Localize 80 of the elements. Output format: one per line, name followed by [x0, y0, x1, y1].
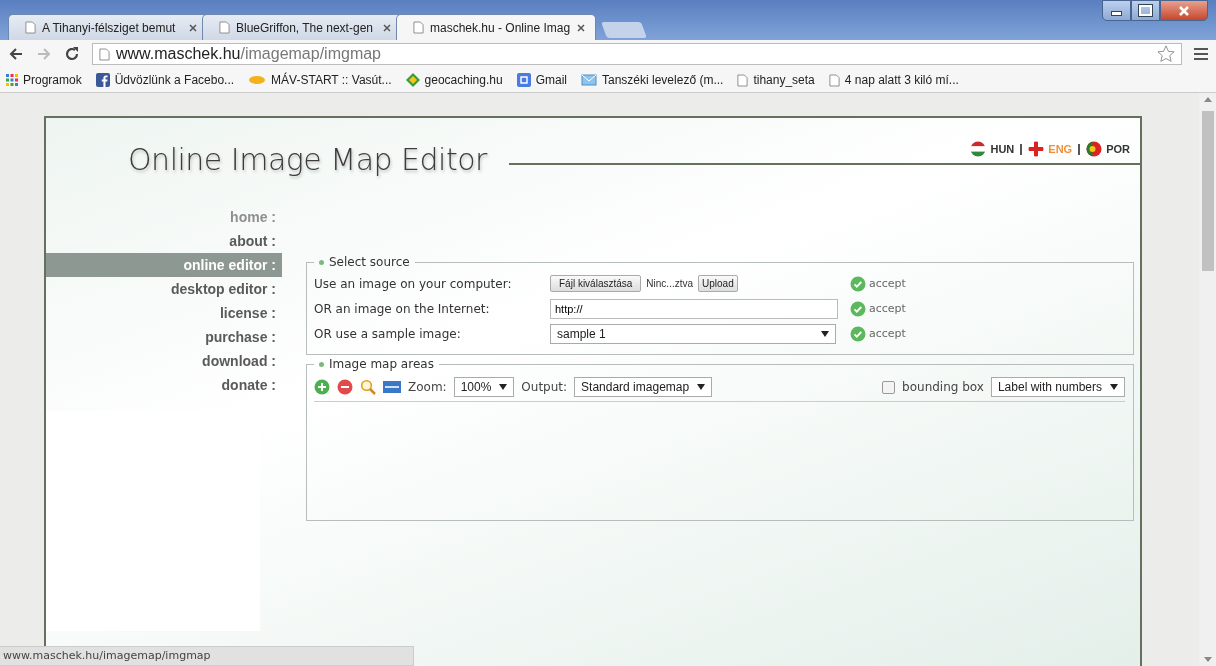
diamond-icon	[405, 73, 420, 87]
oval-icon	[248, 74, 267, 86]
language-link[interactable]: HUN	[970, 141, 1015, 157]
browser-tab[interactable]: maschek.hu - Online Imag	[396, 14, 596, 40]
bookmark-item[interactable]: geocaching.hu	[405, 73, 503, 87]
nav-link[interactable]: donate :	[46, 373, 282, 397]
back-icon[interactable]	[8, 46, 24, 62]
bookmark-item[interactable]: Üdvözlünk a Facebo...	[95, 73, 235, 87]
scrollbar-thumb[interactable]	[1201, 111, 1214, 271]
field-label: OR use a sample image:	[314, 326, 462, 341]
section-legend: Image map areas	[314, 357, 439, 371]
language-link[interactable]: POR	[1086, 141, 1130, 157]
caret-icon	[1110, 384, 1118, 390]
page-title: Online Image Map Editor	[128, 142, 487, 177]
close-icon[interactable]	[577, 23, 585, 32]
mail-icon	[581, 73, 597, 87]
page-icon	[737, 73, 749, 87]
caret-icon	[697, 384, 706, 390]
bookmark-item[interactable]: MÁV-START :: Vasút...	[248, 73, 392, 87]
add-icon[interactable]	[314, 379, 330, 395]
new-tab-button[interactable]	[601, 22, 647, 38]
zoom-select[interactable]: 100%	[453, 377, 515, 397]
checkbox[interactable]	[882, 380, 896, 394]
facebook-icon	[95, 73, 110, 87]
page-icon	[828, 73, 840, 87]
upload-button[interactable]: Upload	[698, 275, 738, 292]
sample-select[interactable]: sample 1	[550, 323, 836, 344]
page-icon	[99, 47, 110, 61]
address-field[interactable]: www.maschek.hu/imagemap/imgmap	[92, 43, 1182, 65]
field-label: OR an image on the Internet:	[314, 301, 491, 316]
scroll-up-icon[interactable]	[1203, 97, 1212, 102]
flag-icon	[1028, 141, 1045, 157]
choose-file-button[interactable]: Fájl kiválasztása	[550, 275, 642, 292]
nav-link[interactable]: desktop editor :	[46, 277, 282, 301]
status-bar: www.maschek.hu/imagemap/imgmap	[0, 646, 414, 666]
search-icon[interactable]	[360, 379, 376, 395]
close-button[interactable]	[1160, 0, 1208, 21]
accept-label: accept	[869, 327, 906, 340]
zoom-label: Zoom:	[408, 380, 447, 394]
field-label: Use an image on your computer:	[314, 276, 513, 291]
output-label: Output:	[521, 380, 568, 394]
nav-link[interactable]: purchase :	[46, 325, 282, 349]
check-icon	[850, 275, 866, 292]
star-icon[interactable]	[1157, 45, 1175, 63]
minimize-button[interactable]	[1102, 0, 1131, 21]
bookmark-item[interactable]: tihany_seta	[737, 73, 815, 87]
square-icon	[516, 73, 531, 87]
nav-link[interactable]: about :	[46, 229, 282, 253]
close-icon	[1178, 4, 1190, 17]
label-mode-select[interactable]: Label with numbers	[990, 377, 1125, 397]
section-legend: Select source	[314, 255, 415, 269]
caret-icon	[821, 330, 829, 337]
file-status: Ninc...ztva	[646, 278, 694, 289]
accept-label: accept	[869, 302, 906, 315]
url-input[interactable]: http://	[550, 298, 838, 319]
nav-link[interactable]: download :	[46, 349, 282, 373]
page-icon	[25, 21, 36, 34]
bookmark-item[interactable]: Tanszéki levelező (m...	[581, 73, 724, 87]
page-icon	[219, 21, 230, 34]
caret-icon	[499, 384, 508, 390]
menu-icon[interactable]	[1194, 48, 1208, 60]
close-icon[interactable]	[189, 23, 197, 32]
remove-icon[interactable]	[337, 379, 353, 395]
accept-label: accept	[869, 277, 906, 290]
check-icon	[850, 300, 866, 317]
page-icon	[413, 21, 424, 34]
nav-link[interactable]: license :	[46, 301, 282, 325]
flag-icon	[970, 141, 987, 157]
flag-icon	[1086, 141, 1103, 157]
bookmark-item[interactable]: Gmail	[516, 73, 567, 87]
close-icon[interactable]	[383, 23, 391, 32]
apps-grid-icon	[6, 74, 18, 86]
maximize-button[interactable]	[1131, 0, 1160, 21]
reload-icon[interactable]	[64, 46, 80, 62]
checkbox-label: bounding box	[902, 380, 984, 394]
bookmark-item[interactable]: Programok	[6, 73, 82, 87]
scroll-down-icon[interactable]	[1203, 657, 1212, 662]
check-icon	[850, 325, 866, 342]
output-select[interactable]: Standard imagemap	[574, 377, 713, 397]
bookmark-item[interactable]: 4 nap alatt 3 kiló mí...	[828, 73, 959, 87]
